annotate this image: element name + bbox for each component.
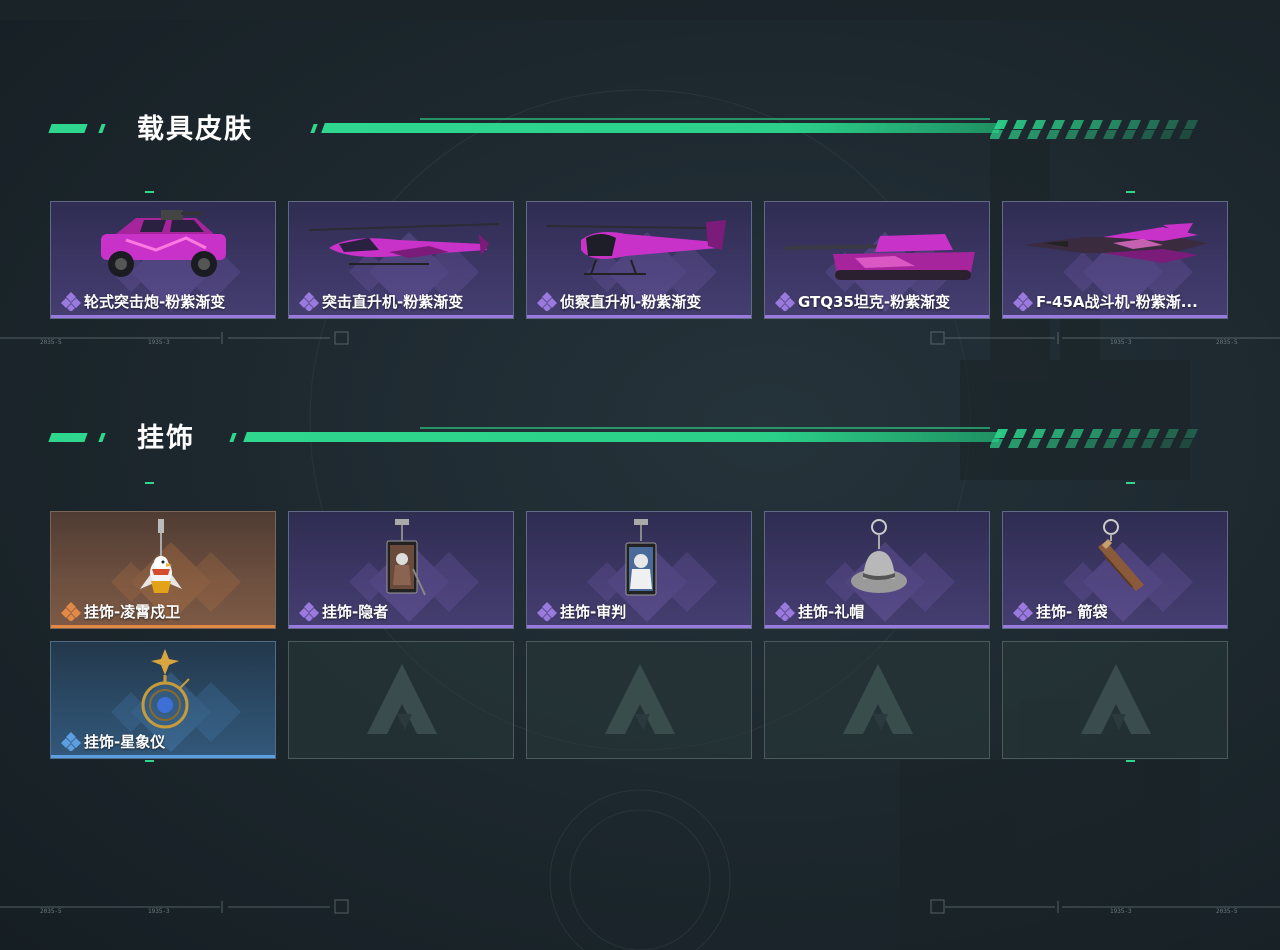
header-bar — [321, 123, 1002, 133]
rarity-diamond-icon — [775, 292, 795, 311]
header-accent — [229, 433, 237, 442]
header-bar — [243, 432, 1002, 442]
rarity-diamond-icon — [61, 292, 81, 311]
hud-mark-right: 1935-3 — [1110, 339, 1132, 346]
item-label: 突击直升机-粉紫渐变 — [299, 290, 507, 312]
item-label: 轮式突击炮-粉紫渐变 — [61, 290, 269, 312]
rarity-diamond-icon — [537, 292, 557, 311]
item-name: 挂饰- 箭袋 — [1036, 602, 1108, 621]
hud-mark-right2: 2035-5 — [1216, 339, 1238, 346]
header-accent — [310, 124, 318, 133]
item-card[interactable]: 挂饰-凌霄戍卫 — [50, 511, 276, 629]
item-name: F-45A战斗机-粉紫渐... — [1036, 292, 1198, 311]
item-label: 侦察直升机-粉紫渐变 — [537, 290, 745, 312]
rarity-bar — [1003, 315, 1227, 318]
rarity-diamond-icon — [1013, 292, 1033, 311]
rarity-bar — [1003, 625, 1227, 628]
checker-pattern-icon — [990, 429, 1198, 448]
empty-slot-logo-icon — [1081, 664, 1151, 734]
item-name: 挂饰-审判 — [560, 602, 627, 621]
item-name: 挂饰-星象仪 — [84, 732, 166, 751]
item-label: 挂饰-审判 — [537, 600, 745, 622]
item-card[interactable]: 轮式突击炮-粉紫渐变 — [50, 201, 276, 319]
header-thin-line — [420, 427, 990, 429]
hud-mark-bottom-left: 2035-5 — [40, 908, 62, 915]
item-name: 轮式突击炮-粉紫渐变 — [84, 292, 226, 311]
hud-mark-bottom-right: 1935-3 — [1110, 908, 1132, 915]
rarity-bar — [765, 315, 989, 318]
item-card[interactable]: 突击直升机-粉紫渐变 — [288, 201, 514, 319]
rarity-bar — [765, 625, 989, 628]
section-title: 载具皮肤 — [137, 114, 253, 145]
empty-slot-logo-icon — [843, 664, 913, 734]
item-card[interactable]: 挂饰-星象仪 — [50, 641, 276, 759]
rarity-diamond-icon — [1013, 602, 1033, 621]
item-name: GTQ35坦克-粉紫渐变 — [798, 292, 951, 311]
header-accent — [98, 124, 106, 133]
header-accent — [98, 433, 106, 442]
item-label: 挂饰- 箭袋 — [1013, 600, 1221, 622]
empty-slot — [764, 641, 990, 759]
header-accent — [48, 124, 88, 133]
item-label: 挂饰-礼帽 — [775, 600, 983, 622]
item-name: 突击直升机-粉紫渐变 — [322, 292, 464, 311]
rarity-bar — [527, 625, 751, 628]
rarity-diamond-icon — [537, 602, 557, 621]
rarity-diamond-icon — [775, 602, 795, 621]
item-card[interactable]: 挂饰-隐者 — [288, 511, 514, 629]
item-label: F-45A战斗机-粉紫渐... — [1013, 290, 1221, 312]
hud-mark-left2: 1935-3 — [148, 339, 170, 346]
hud-mark-left: 2035-5 — [40, 339, 62, 346]
rarity-bar — [51, 755, 275, 758]
empty-slot — [526, 641, 752, 759]
section-header-charms: 挂饰 — [0, 419, 1280, 459]
rarity-bar — [289, 315, 513, 318]
empty-slot — [288, 641, 514, 759]
rarity-diamond-icon — [299, 292, 319, 311]
rarity-diamond-icon — [299, 602, 319, 621]
top-strip — [0, 0, 1280, 20]
checker-pattern-icon — [990, 120, 1198, 139]
section-header-vehicle-skins: 载具皮肤 — [0, 110, 1280, 150]
item-card[interactable]: GTQ35坦克-粉紫渐变 — [764, 201, 990, 319]
header-thin-line — [420, 118, 990, 120]
rarity-bar — [527, 315, 751, 318]
rarity-bar — [51, 315, 275, 318]
empty-slot-logo-icon — [367, 664, 437, 734]
rarity-diamond-icon — [61, 602, 81, 621]
empty-slot-logo-icon — [605, 664, 675, 734]
rarity-bar — [289, 625, 513, 628]
empty-slot — [1002, 641, 1228, 759]
item-label: 挂饰-凌霄戍卫 — [61, 600, 269, 622]
item-card[interactable]: 侦察直升机-粉紫渐变 — [526, 201, 752, 319]
hud-mark-bottom-left2: 1935-3 — [148, 908, 170, 915]
item-card[interactable]: 挂饰-礼帽 — [764, 511, 990, 629]
item-name: 挂饰-凌霄戍卫 — [84, 602, 181, 621]
section-title: 挂饰 — [137, 423, 195, 454]
rarity-bar — [51, 625, 275, 628]
item-card[interactable]: F-45A战斗机-粉紫渐... — [1002, 201, 1228, 319]
item-name: 挂饰-礼帽 — [798, 602, 865, 621]
item-name: 侦察直升机-粉紫渐变 — [560, 292, 702, 311]
hud-mark-bottom-right2: 2035-5 — [1216, 908, 1238, 915]
item-label: GTQ35坦克-粉紫渐变 — [775, 290, 983, 312]
item-label: 挂饰-隐者 — [299, 600, 507, 622]
header-accent — [48, 433, 88, 442]
item-card[interactable]: 挂饰- 箭袋 — [1002, 511, 1228, 629]
item-name: 挂饰-隐者 — [322, 602, 389, 621]
rarity-diamond-icon — [61, 732, 81, 751]
item-card[interactable]: 挂饰-审判 — [526, 511, 752, 629]
item-label: 挂饰-星象仪 — [61, 730, 269, 752]
